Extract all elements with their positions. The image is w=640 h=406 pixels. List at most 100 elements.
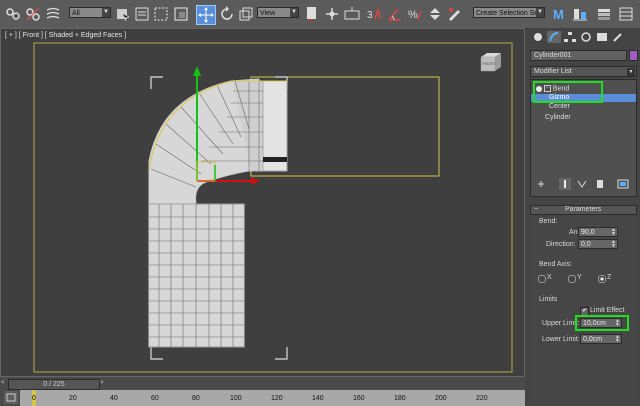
stack-item-center[interactable]: Center: [549, 103, 570, 111]
rollout-header[interactable]: − Parameters: [530, 205, 637, 215]
pivot-center-icon[interactable]: [303, 5, 321, 23]
stack-item-label: Center: [549, 103, 571, 110]
timeline: < 0 / 225 > 0 20 40 60 80 100 120 140 16…: [0, 377, 525, 406]
select-object-icon[interactable]: [114, 5, 132, 23]
unlink-icon[interactable]: [24, 5, 42, 23]
remove-modifier-icon[interactable]: [595, 179, 605, 189]
direction-label: Direction:: [546, 241, 576, 248]
tick-label: 200: [435, 395, 447, 402]
radio-z[interactable]: [598, 275, 606, 283]
selection-set-value: Create Selection Se: [476, 10, 539, 17]
viewport-canvas: FRONT: [33, 42, 513, 373]
frame-display: 0 / 225: [43, 381, 65, 388]
svg-text:%: %: [408, 9, 418, 21]
chevron-right-icon[interactable]: >: [100, 380, 106, 387]
utilities-tab-icon[interactable]: [611, 31, 625, 43]
lower-limit-spinner[interactable]: 0,0cm ▲ ▼: [580, 334, 622, 344]
rollout-collapse-icon: −: [534, 206, 539, 213]
time-ruler[interactable]: 0 20 40 60 80 100 120 140 160 180 200 22…: [20, 390, 525, 406]
tick-label: 0: [32, 395, 36, 402]
stack-item-label: Cylinder: [545, 114, 571, 121]
bend-axis-radio-group: X Y Z: [536, 273, 631, 285]
selection-filter-dropdown[interactable]: All ▼: [69, 7, 111, 18]
select-by-name-icon[interactable]: [133, 5, 151, 23]
edit-named-selection-icon[interactable]: [446, 5, 464, 23]
rectangle-selection-icon[interactable]: [152, 5, 170, 23]
axis-y-label: Y: [577, 274, 582, 281]
display-tab-icon[interactable]: [595, 31, 609, 43]
chevron-down-icon: ▼: [627, 68, 635, 76]
command-panel: Cylinder001 Modifier List ▼ − Bend Gizmo…: [527, 28, 640, 406]
tick-label: 180: [394, 395, 406, 402]
rollout-title: Parameters: [565, 206, 602, 213]
lower-limit-value: 0,0cm: [583, 336, 603, 343]
stack-item-cylinder[interactable]: Cylinder: [545, 114, 571, 122]
object-color-swatch[interactable]: [629, 50, 638, 61]
object-name-field[interactable]: Cylinder001: [530, 50, 627, 61]
radio-y[interactable]: [568, 275, 576, 283]
make-unique-icon[interactable]: [577, 179, 587, 189]
front-viewport[interactable]: [ + ] [ Front ] [ Shaded + Edged Faces ]: [0, 28, 525, 377]
chevron-left-icon[interactable]: <: [1, 380, 7, 387]
window-crossing-icon[interactable]: [172, 5, 190, 23]
chevron-down-icon: ▼: [290, 8, 298, 17]
selection-filter-value: All: [72, 10, 80, 17]
configure-sets-icon[interactable]: [617, 179, 629, 189]
snap-3d-icon[interactable]: 3: [366, 5, 384, 23]
bend-group-label: Bend:: [539, 218, 558, 225]
selection-set-dropdown[interactable]: Create Selection Se ▼: [473, 7, 545, 18]
reference-coord-dropdown[interactable]: View ▼: [257, 7, 299, 18]
select-manipulate-icon[interactable]: [323, 5, 341, 23]
align-icon[interactable]: [571, 5, 589, 23]
direction-value: 0,0: [581, 241, 591, 248]
highlight-box-stack: [533, 81, 603, 103]
link-icon[interactable]: [4, 5, 22, 23]
limits-group-label: Limits: [539, 296, 558, 303]
angle-snap-icon[interactable]: [386, 5, 404, 23]
spinner-arrows-icon[interactable]: ▲ ▼: [615, 335, 620, 344]
show-end-result-icon[interactable]: [559, 178, 571, 190]
hierarchy-tab-icon[interactable]: [563, 31, 577, 43]
tick-label: 140: [312, 395, 324, 402]
layer-manager-icon[interactable]: [595, 5, 613, 23]
spinner-arrows-icon[interactable]: ▲ ▼: [611, 228, 616, 237]
tick-label: 80: [192, 395, 200, 402]
mini-curve-editor-icon[interactable]: [4, 391, 18, 404]
modify-tab-icon[interactable]: [547, 31, 561, 43]
mirror-icon[interactable]: M: [551, 5, 569, 23]
reference-coord-value: View: [260, 10, 276, 17]
spinner-snap-icon[interactable]: [426, 5, 444, 23]
bind-spacewarp-icon[interactable]: [44, 5, 62, 23]
viewcube-label: FRONT: [482, 61, 496, 66]
bend-axis-label: Bend Axis:: [539, 261, 573, 268]
time-slider[interactable]: 0 / 225: [8, 379, 100, 390]
rotate-icon[interactable]: [218, 5, 236, 23]
modifier-list-dropdown[interactable]: Modifier List ▼: [530, 66, 637, 77]
modifier-list-label: Modifier List: [534, 68, 572, 75]
percent-snap-icon[interactable]: %: [406, 5, 424, 23]
keyboard-shortcut-icon[interactable]: [343, 5, 361, 23]
motion-tab-icon[interactable]: [579, 31, 593, 43]
limit-effect-label: Limit Effect: [590, 307, 625, 314]
angle-value: 90,0: [581, 229, 595, 236]
angle-spinner[interactable]: 90,0 ▲ ▼: [578, 227, 618, 237]
tick-label: 220: [476, 395, 488, 402]
pin-stack-icon[interactable]: [536, 179, 546, 189]
spinner-arrows-icon[interactable]: ▲ ▼: [611, 240, 616, 249]
svg-text:M: M: [553, 7, 564, 22]
tick-label: 20: [69, 395, 77, 402]
radio-x[interactable]: [538, 275, 546, 283]
axis-x-label: X: [547, 274, 552, 281]
chevron-down-icon: ▼: [102, 8, 110, 17]
tick-label: 40: [110, 395, 118, 402]
scene-explorer-icon[interactable]: [617, 5, 635, 23]
tick-label: 100: [230, 395, 242, 402]
move-icon[interactable]: [196, 5, 216, 25]
lower-limit-label: Lower Limit:: [542, 336, 580, 343]
highlight-box-upper-limit: [575, 315, 629, 331]
direction-spinner[interactable]: 0,0 ▲ ▼: [578, 239, 618, 249]
scale-icon[interactable]: [237, 5, 255, 23]
create-tab-icon[interactable]: [531, 31, 545, 43]
command-panel-tabs: [529, 29, 638, 45]
tick-label: 120: [271, 395, 283, 402]
